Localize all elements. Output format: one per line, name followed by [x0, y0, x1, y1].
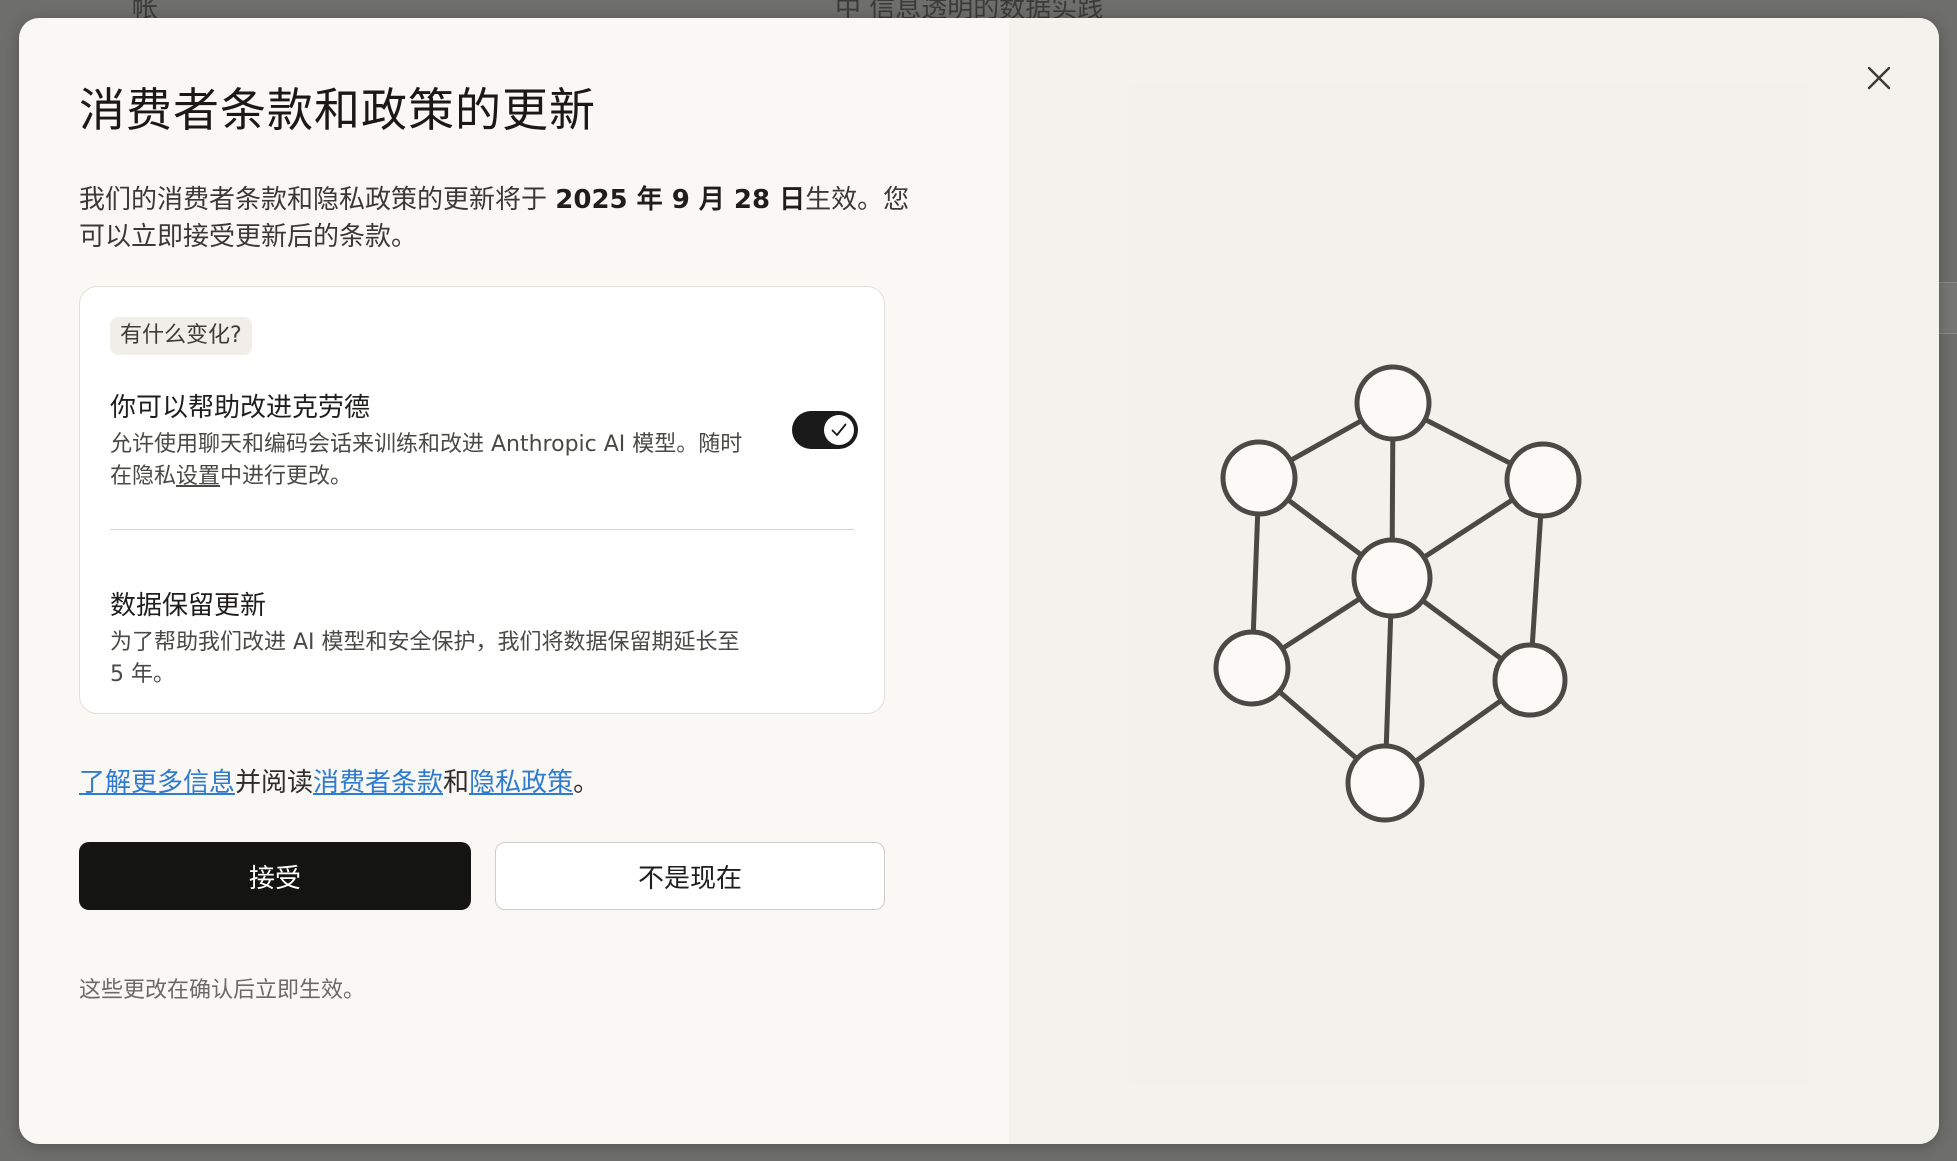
- close-button[interactable]: [1859, 58, 1899, 98]
- policy-links: 了解更多信息并阅读消费者条款和隐私政策。: [79, 762, 599, 799]
- improve-desc-suffix: 中进行更改。: [220, 464, 353, 489]
- changes-card: 有什么变化? 你可以帮助改进克劳德 允许使用聊天和编码会话来训练和改进 Anth…: [79, 286, 885, 714]
- close-icon: [1867, 66, 1891, 90]
- illustration-panel: [1009, 18, 1939, 1144]
- network-graph-icon: [1213, 364, 1582, 823]
- settings-link[interactable]: 设置: [176, 464, 220, 489]
- effective-date: 2025 年 9 月 28 日: [555, 185, 806, 215]
- accept-button[interactable]: 接受: [79, 842, 471, 910]
- not-now-button[interactable]: 不是现在: [495, 842, 885, 910]
- training-opt-in-toggle[interactable]: [792, 411, 858, 449]
- data-retention-title: 数据保留更新: [110, 591, 267, 621]
- dialog-content: 消费者条款和政策的更新 我们的消费者条款和隐私政策的更新将于 2025 年 9 …: [19, 18, 1009, 1144]
- data-retention-description: 为了帮助我们改进 AI 模型和安全保护，我们将数据保留期延长至 5 年。: [110, 630, 740, 687]
- learn-more-link[interactable]: 了解更多信息: [79, 768, 235, 798]
- dialog-title: 消费者条款和政策的更新: [79, 83, 596, 137]
- links-text-end: 。: [573, 768, 600, 798]
- improve-claude-description: 允许使用聊天和编码会话来训练和改进 Anthropic AI 模型。随时在隐私设…: [110, 429, 750, 493]
- section-divider: [110, 529, 854, 530]
- privacy-policy-link[interactable]: 隐私政策: [469, 768, 573, 798]
- effective-note: 这些更改在确认后立即生效。: [79, 978, 366, 1003]
- background-panel: [1938, 282, 1957, 334]
- dialog-intro: 我们的消费者条款和隐私政策的更新将于 2025 年 9 月 28 日生效。您可以…: [79, 182, 919, 256]
- links-text-and: 和: [443, 768, 470, 798]
- improve-claude-title: 你可以帮助改进克劳德: [110, 393, 371, 423]
- toggle-knob: [824, 415, 854, 445]
- checkmark-icon: [831, 423, 847, 436]
- consumer-terms-link[interactable]: 消费者条款: [313, 768, 443, 798]
- links-text-read: 并阅读: [235, 768, 314, 798]
- terms-update-dialog: 消费者条款和政策的更新 我们的消费者条款和隐私政策的更新将于 2025 年 9 …: [19, 18, 1939, 1144]
- intro-text: 我们的消费者条款和隐私政策的更新将于: [79, 185, 556, 215]
- whats-changed-badge: 有什么变化?: [110, 317, 252, 355]
